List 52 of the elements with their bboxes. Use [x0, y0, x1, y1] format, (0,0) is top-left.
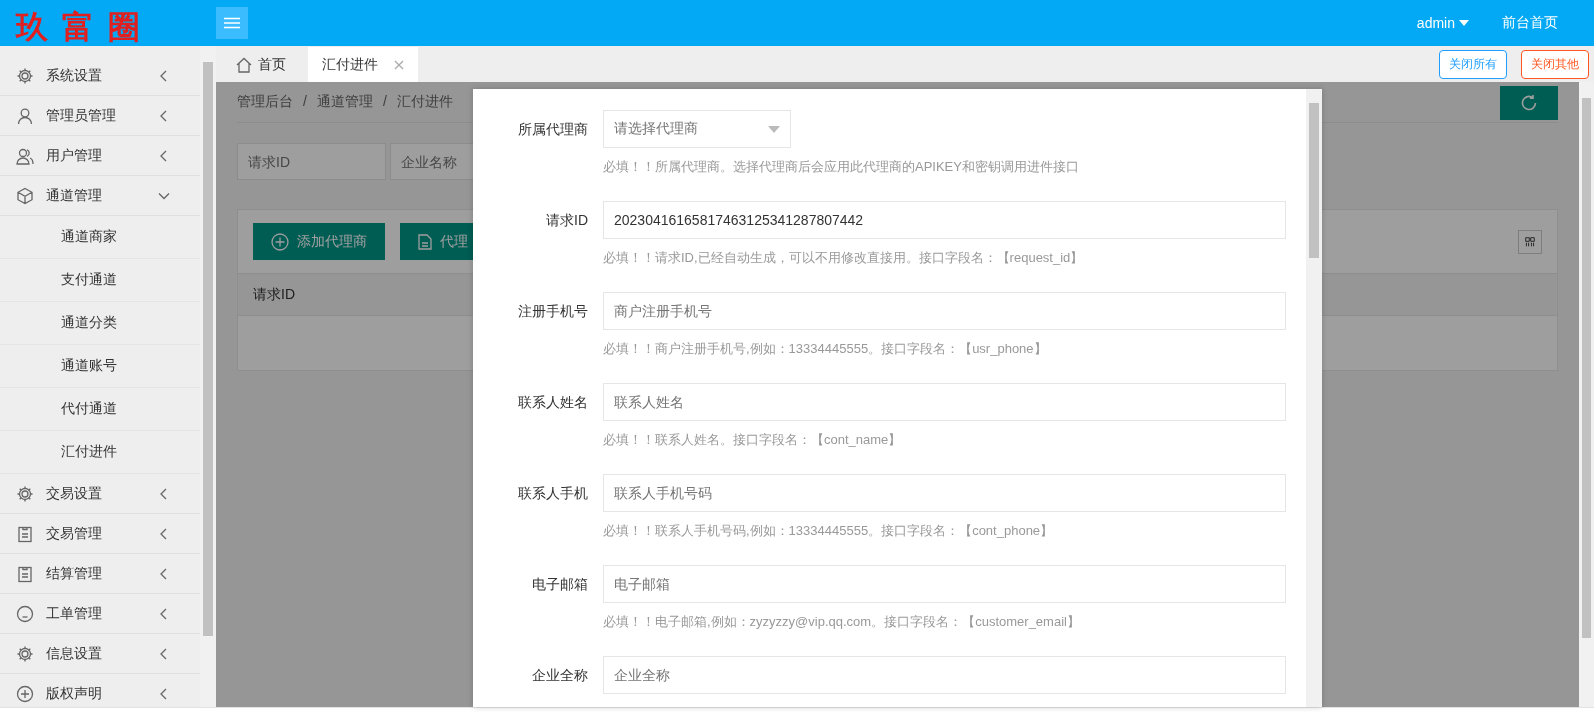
caret-icon: [768, 125, 780, 133]
field-hint: 必填！！电子邮箱,例如：zyzyzzy@vip.qq.com。接口字段名：【customer_email】: [603, 613, 1081, 631]
columns-icon: [1525, 234, 1535, 249]
refresh-button[interactable]: [1500, 86, 1558, 120]
plus-circle-icon: [271, 232, 289, 251]
user-icon: [16, 106, 34, 125]
menu-icon: [224, 17, 240, 29]
tab[interactable]: 汇付进件: [308, 47, 418, 82]
menu-button[interactable]: [216, 7, 248, 39]
breadcrumb-item[interactable]: 管理后台: [237, 93, 293, 111]
field-hint: 必填！！请求ID,已经自动生成，可以不用修改直接用。接口字段名：【request_id】: [603, 249, 1085, 267]
gear-icon: [16, 644, 34, 663]
close-icon: [394, 59, 404, 70]
field-label: 注册手机号: [517, 302, 589, 321]
breadcrumb-separator: /: [303, 93, 307, 111]
field-label: 企业全称: [531, 666, 589, 685]
clipboard-icon: [16, 524, 34, 543]
breadcrumb-item[interactable]: 汇付进件: [396, 93, 453, 111]
field-label: 联系人手机: [517, 484, 589, 503]
cube-icon: [16, 186, 34, 205]
tab[interactable]: 首页: [224, 47, 308, 82]
input-field[interactable]: 20230416165817463125341287807442: [603, 201, 1286, 239]
input-field[interactable]: 联系人手机号码: [603, 474, 1286, 512]
search-field[interactable]: 请求ID: [237, 143, 386, 180]
smiley-icon: [16, 604, 34, 623]
gear-icon: [16, 66, 34, 85]
column-header: 请求ID: [253, 285, 295, 304]
input-field[interactable]: 联系人姓名: [603, 383, 1286, 421]
field-hint: 必填！！商户注册手机号,例如：13334445555。接口字段名：【usr_phone】: [603, 340, 1048, 358]
gear-icon: [16, 484, 34, 503]
clipboard-icon: [16, 564, 34, 583]
document-icon: [418, 233, 432, 250]
plus-circle-icon: [16, 684, 34, 703]
users-icon: [16, 146, 34, 165]
breadcrumb-item[interactable]: 通道管理: [316, 93, 373, 111]
field-hint: 必填！！联系人手机号码,例如：13334445555。接口字段名：【cont_phone】: [603, 522, 1055, 540]
select-field[interactable]: 请选择代理商: [603, 110, 791, 148]
field-hint: 必填！！所属代理商。选择代理商后会应用此代理商的APIKEY和密钥调用进件接口: [603, 158, 1080, 176]
caret-icon: [1459, 20, 1469, 26]
home-icon: [236, 56, 252, 73]
columns-button[interactable]: [1518, 229, 1542, 254]
input-field[interactable]: 商户注册手机号: [603, 292, 1286, 330]
input-field[interactable]: 企业全称: [603, 656, 1286, 694]
input-field[interactable]: 电子邮箱: [603, 565, 1286, 603]
logo: 玖富圈: [16, 9, 154, 45]
field-label: 所属代理商: [517, 120, 589, 139]
field-label: 电子邮箱: [531, 575, 589, 594]
refresh-icon: [1520, 94, 1538, 112]
field-label: 联系人姓名: [517, 393, 589, 412]
breadcrumb-separator: /: [382, 93, 387, 111]
field-label: 请求ID: [545, 211, 589, 230]
field-hint: 必填！！联系人姓名。接口字段名：【cont_name】: [603, 431, 903, 449]
